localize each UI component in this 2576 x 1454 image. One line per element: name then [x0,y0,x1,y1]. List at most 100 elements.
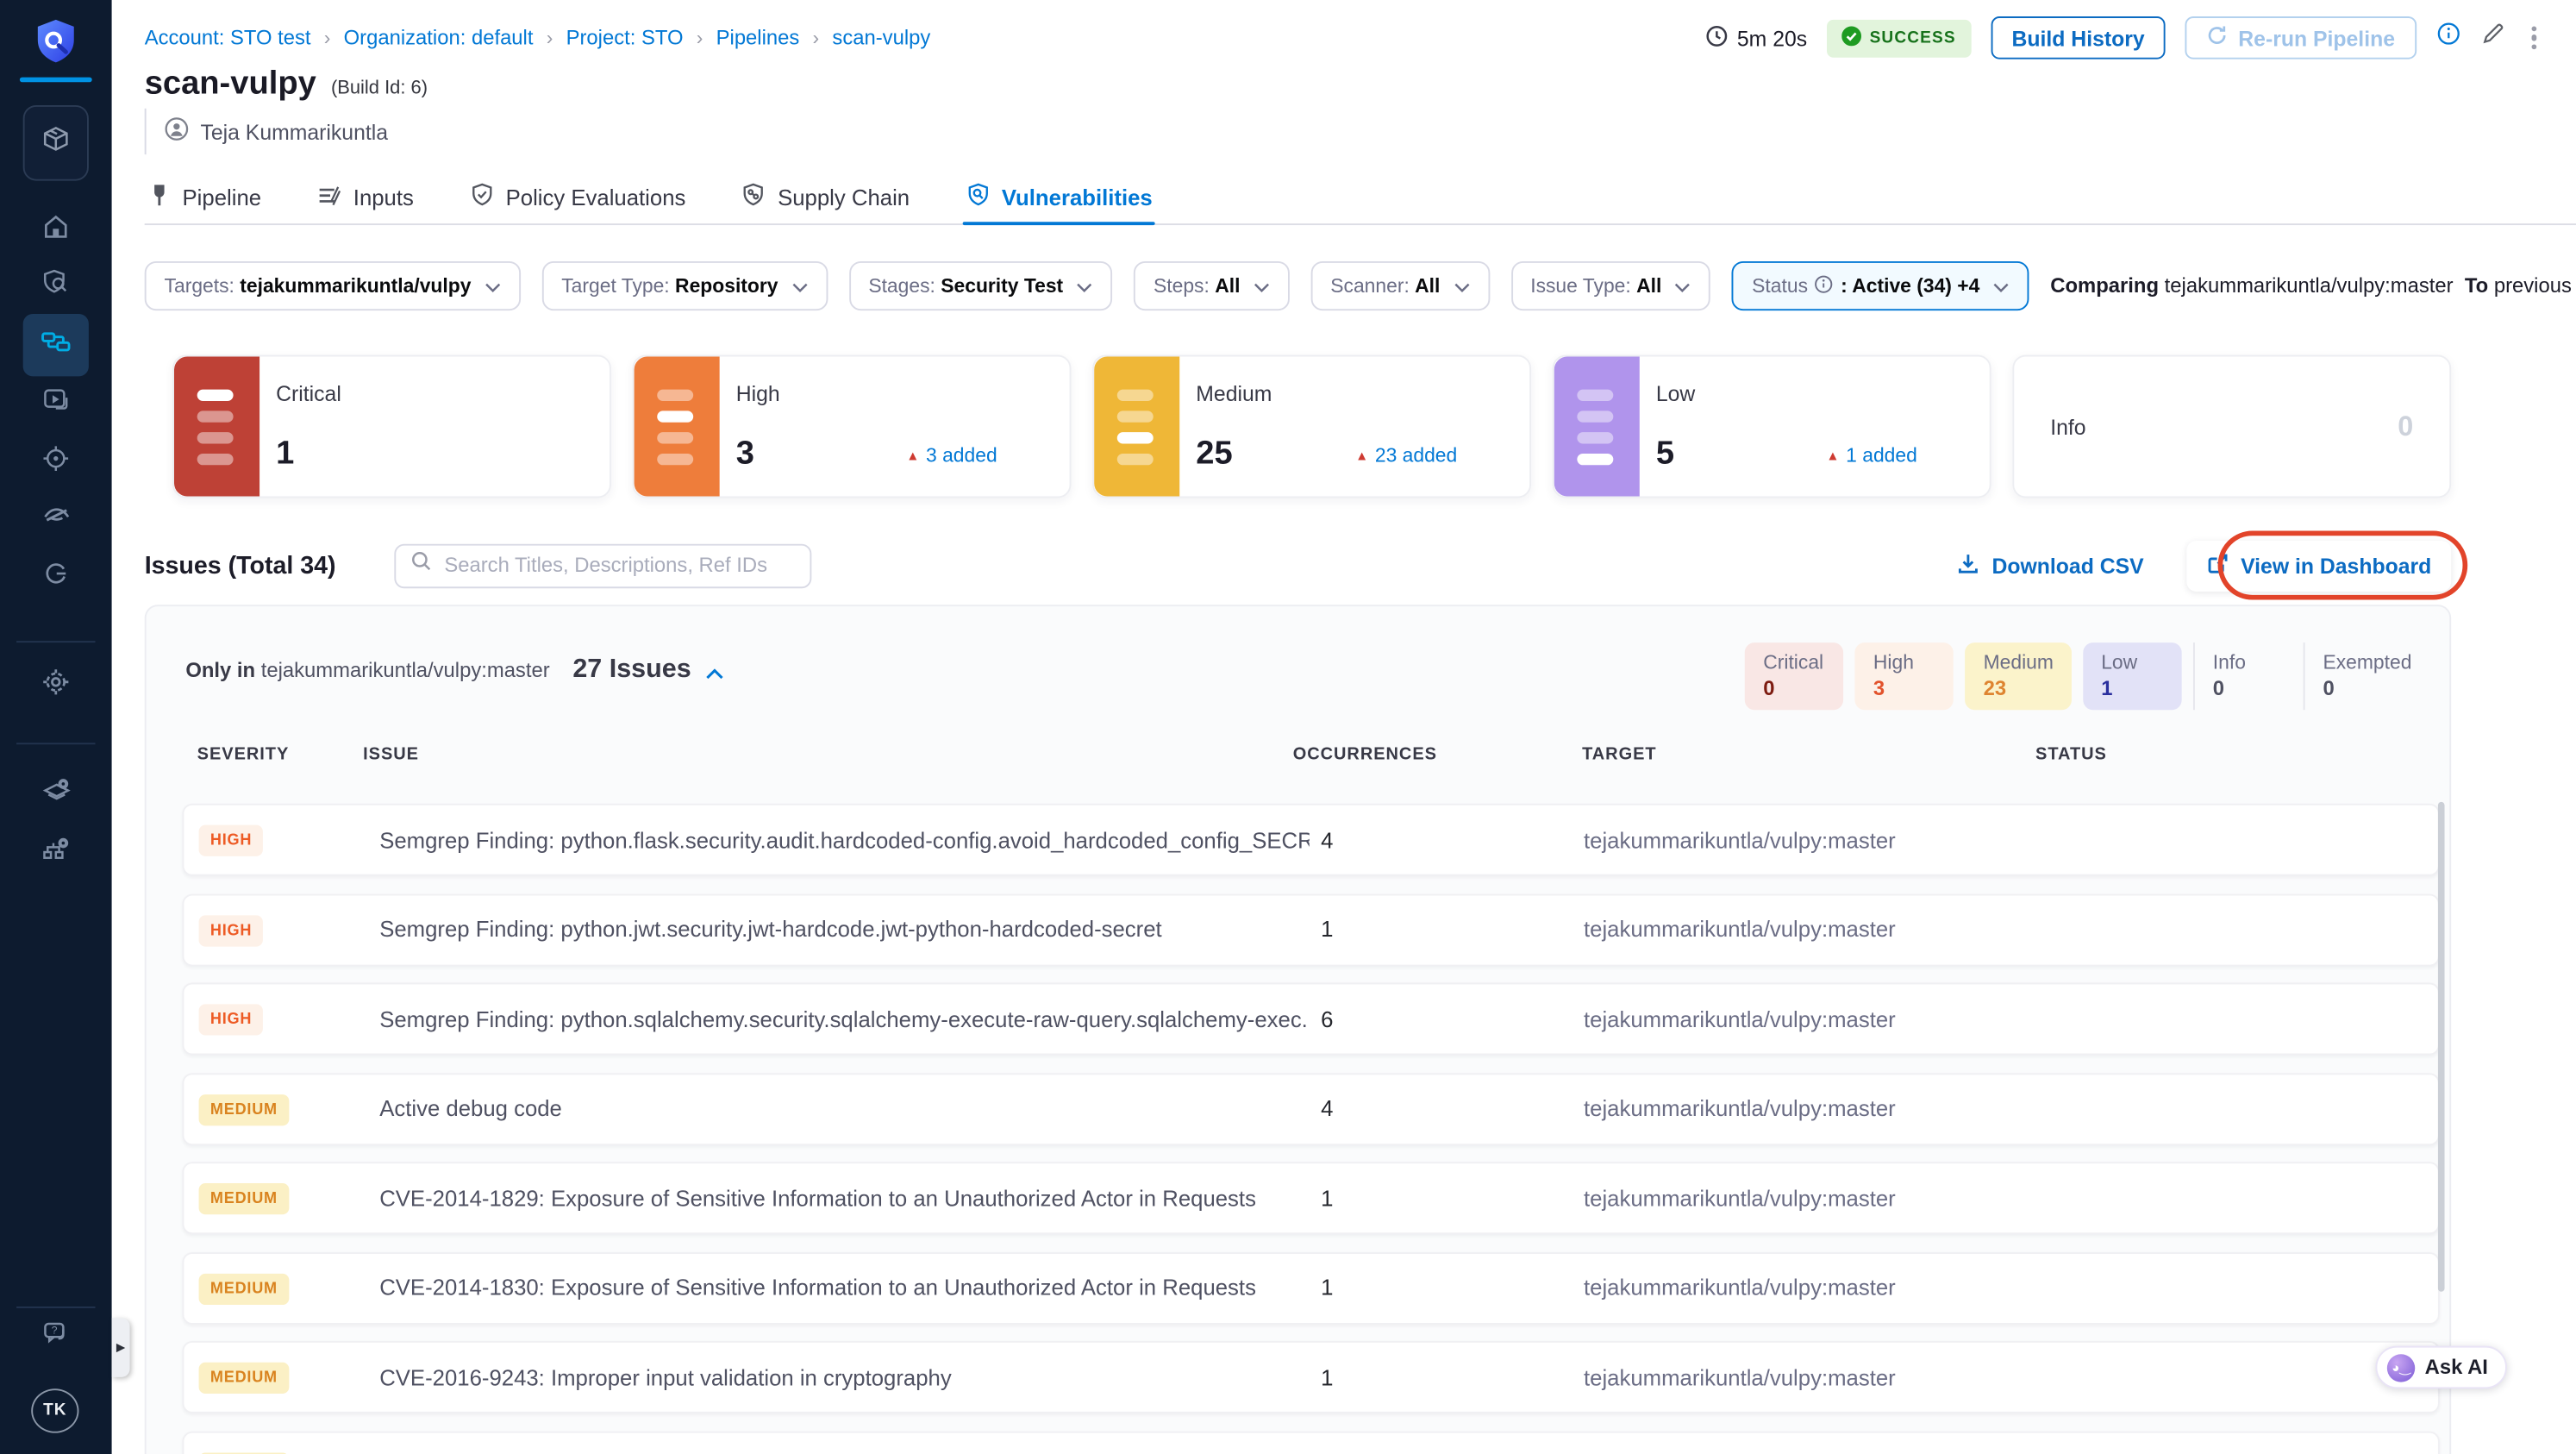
ai-sparkle-icon: ◕‿ [2386,1353,2416,1382]
info-circle-icon [1815,273,1835,298]
breadcrumb-project[interactable]: Project: STO [566,26,684,49]
added-indicator: ▲ 3 added [906,443,997,467]
target-value: tejakummarikuntla/vulpy:master [1583,1364,1896,1390]
high-bar-icon [634,356,720,497]
sidebar-item-scans[interactable] [0,268,112,300]
chevron-down-icon [1454,274,1470,298]
status-badge: SUCCESS [1827,18,1971,57]
severity-badge: HIGH [198,1004,264,1036]
issues-actions: Download CSV View in Dashboard [1957,539,2452,592]
severity-card-low[interactable]: Low 5 ▲ 1 added [1552,354,1991,498]
filter-target-type[interactable]: Target Type: Repository [541,260,828,311]
issue-row[interactable]: HIGH Semgrep Finding: python.jwt.securit… [182,893,2440,966]
sidebar-item-default-settings[interactable] [0,778,112,808]
severity-card-medium[interactable]: Medium 25 ▲ 23 added [1092,354,1532,498]
tab-pipeline[interactable]: Pipeline [145,171,265,223]
search-input[interactable] [444,554,797,577]
pill-high[interactable]: High 3 [1854,642,1954,711]
pill-info[interactable]: Info 0 [2192,642,2292,711]
severity-card-high[interactable]: High 3 ▲ 3 added [632,354,1072,498]
sidebar: ? TK [0,0,112,1454]
sidebar-item-executions[interactable] [0,388,112,417]
external-link-icon [2206,551,2229,579]
view-in-dashboard-button[interactable]: View in Dashboard [2186,539,2452,592]
filter-stages[interactable]: Stages: Security Test [848,260,1113,311]
refresh-icon [2207,25,2229,51]
issue-row[interactable]: MEDIUM CVE-2016-9243: Improper input val… [182,1340,2440,1413]
severity-card-info[interactable]: Info 0 [2012,354,2452,498]
pill-critical[interactable]: Critical 0 [1745,642,1844,711]
breadcrumb-organization[interactable]: Organization: default [344,26,534,49]
severity-summary-pills: Critical 0 High 3 Medium 23 Low 1 Info 0 Exem… [1734,642,2430,711]
sidebar-item-settings[interactable] [0,668,112,699]
tab-bar: Pipeline Inputs Policy Evaluations Suppl… [144,171,2576,226]
sidebar-item-targets[interactable] [0,445,112,476]
sto-logo[interactable] [0,16,112,76]
filter-bar: Targets: tejakummarikuntla/vulpy Target … [144,260,2576,312]
logo-accent-bar [19,77,92,83]
issue-row[interactable]: MEDIUM Active debug code 4 tejakummariku… [182,1072,2440,1145]
issue-row[interactable]: MEDIUM CVE-2014-1830: Exposure of Sensit… [182,1251,2440,1324]
info-icon[interactable] [2436,22,2461,54]
chevron-down-icon [485,274,501,298]
tab-vulnerabilities[interactable]: Vulnerabilities [962,171,1156,226]
only-in-label: Only in tejakummarikuntla/vulpy:master [185,659,550,682]
module-selector[interactable] [22,104,89,181]
tab-inputs[interactable]: Inputs [314,171,417,223]
issue-row[interactable]: MEDIUM [182,1430,2440,1454]
pipelines-icon [40,326,72,364]
power-circle-icon [41,558,71,596]
tab-policy-evaluations[interactable]: Policy Evaluations [466,171,689,223]
occurrences-value: 1 [1321,1275,1334,1300]
user-avatar[interactable]: TK [31,1388,79,1433]
chevron-down-icon [791,274,808,298]
breadcrumb-separator: › [323,26,331,50]
added-indicator: ▲ 23 added [1355,443,1458,467]
sidebar-divider [16,641,96,643]
build-id-label: (Build Id: 6) [330,78,428,99]
breadcrumb-current[interactable]: scan-vulpy [832,26,930,49]
vertical-scrollbar[interactable] [2437,801,2445,1292]
more-options-icon[interactable] [2525,22,2543,53]
sidebar-expand-handle[interactable]: ▶ [111,1318,130,1377]
filter-targets[interactable]: Targets: tejakummarikuntla/vulpy [144,260,521,311]
breadcrumb-account[interactable]: Account: STO test [145,26,311,49]
title-row: scan-vulpy (Build Id: 6) [145,66,428,103]
filter-status[interactable]: Status : Active (34) +4 [1732,260,2029,311]
severity-card-critical[interactable]: Critical 1 [172,354,611,498]
issues-search[interactable] [395,542,813,588]
edit-pencil-icon[interactable] [2480,22,2505,54]
sidebar-item-exemptions[interactable] [0,503,112,532]
svg-text:?: ? [51,1324,57,1336]
issue-row[interactable]: HIGH Semgrep Finding: python.sqlalchemy.… [182,982,2440,1056]
rerun-pipeline-button[interactable]: Re-run Pipeline [2185,16,2417,60]
sidebar-item-getting-started[interactable] [0,562,112,592]
ask-ai-button[interactable]: ◕‿ Ask AI [2375,1345,2508,1389]
pill-low[interactable]: Low 1 [2083,642,2182,711]
sidebar-item-help-chat[interactable]: ? [0,1321,112,1351]
tab-supply-chain[interactable]: Supply Chain [738,171,913,223]
issue-row[interactable]: MEDIUM CVE-2014-1829: Exposure of Sensit… [182,1162,2440,1235]
filter-issue-type[interactable]: Issue Type: All [1510,260,1711,311]
pill-medium[interactable]: Medium 23 [1965,642,2072,711]
target-value: tejakummarikuntla/vulpy:master [1583,1006,1896,1031]
occurrences-value: 1 [1321,917,1334,942]
download-csv-button[interactable]: Download CSV [1957,551,2144,579]
cube-icon [38,122,74,164]
sidebar-item-pipelines-active[interactable] [22,313,89,377]
added-indicator: ▲ 1 added [1826,443,1917,467]
chevron-up-icon[interactable] [704,659,724,688]
pill-exempted[interactable]: Exempted 0 [2303,642,2430,711]
sidebar-item-org-settings[interactable] [0,837,112,868]
triangle-up-icon: ▲ [906,448,920,463]
build-history-button[interactable]: Build History [1990,16,2166,60]
sidebar-item-home[interactable] [0,214,112,245]
org-chart-gear-icon [41,834,72,872]
issue-row[interactable]: HIGH Semgrep Finding: python.flask.secur… [182,803,2440,876]
filter-scanner[interactable]: Scanner: All [1310,260,1490,311]
target-value: tejakummarikuntla/vulpy:master [1583,1185,1896,1211]
severity-badge: MEDIUM [198,1183,290,1215]
filter-steps[interactable]: Steps: All [1134,260,1290,311]
breadcrumb-pipelines[interactable]: Pipelines [716,26,800,49]
chevron-down-icon [1675,274,1691,298]
